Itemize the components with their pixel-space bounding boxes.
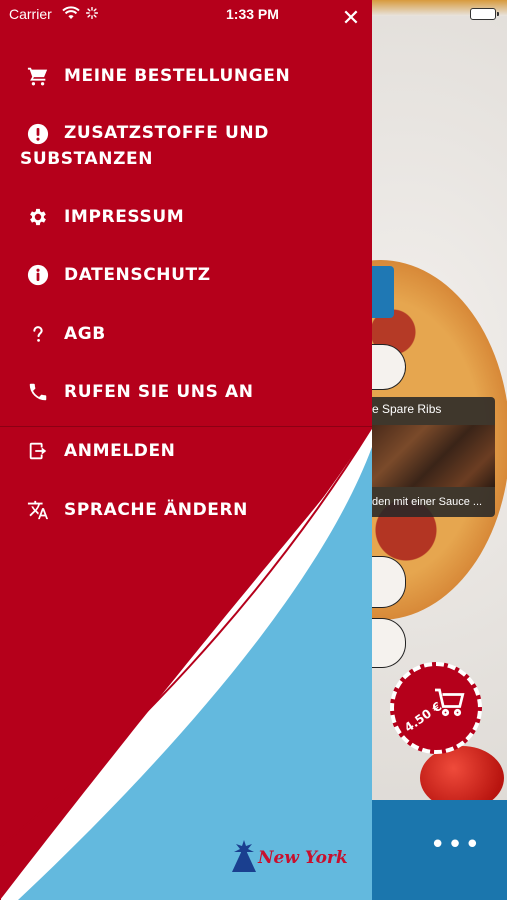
activity-spinner-icon: [86, 7, 98, 19]
drawer-divider: [0, 426, 372, 427]
menu-item-orders[interactable]: MEINE BESTELLUNGEN: [0, 62, 372, 90]
menu-item-language[interactable]: SPRACHE ÄNDERN: [0, 496, 372, 524]
status-time: 1:33 PM: [226, 6, 279, 22]
menu-item-call[interactable]: RUFEN SIE UNS AN: [0, 378, 372, 406]
category-tab[interactable]: [372, 266, 394, 318]
menu-item-label: AGB: [64, 324, 106, 344]
product-title: e Spare Ribs: [372, 402, 442, 416]
product-card[interactable]: e Spare Ribs den mit einer Sauce ...: [372, 397, 495, 517]
status-bar: Carrier 1:33 PM: [0, 0, 372, 28]
info-icon: [27, 264, 49, 286]
phone-icon: [29, 383, 47, 401]
menu-item-imprint[interactable]: IMPRESSUM: [0, 203, 372, 231]
wifi-icon: [62, 6, 80, 19]
menu-item-label: MEINE BESTELLUNGEN: [64, 66, 291, 86]
question-icon: [33, 326, 43, 342]
menu-item-additives[interactable]: ZUSATZSTOFFE UND SUBSTANZEN: [0, 120, 372, 176]
cart-icon: [27, 67, 48, 86]
close-button[interactable]: ✕: [338, 6, 364, 32]
menu-item-label: ANMELDEN: [64, 441, 176, 461]
side-drawer: MEINE BESTELLUNGEN ZUSATZSTOFFE UND SUBS…: [0, 0, 372, 900]
login-icon: [29, 442, 47, 460]
cart-button[interactable]: 4.50 €: [390, 662, 482, 754]
gear-icon: [30, 208, 46, 226]
menu-item-label: IMPRESSUM: [64, 207, 185, 227]
menu-item-terms[interactable]: AGB: [0, 320, 372, 348]
translate-icon: [27, 500, 49, 520]
battery-icon: [470, 8, 499, 20]
menu-item-label: DATENSCHUTZ: [64, 265, 211, 285]
product-image: [372, 425, 495, 487]
product-description: den mit einer Sauce ...: [372, 496, 483, 508]
option-pill[interactable]: [372, 618, 406, 668]
carrier-label: Carrier: [9, 6, 52, 22]
more-button[interactable]: •••: [430, 832, 482, 858]
menu-item-label: SPRACHE ÄNDERN: [64, 500, 249, 520]
menu-item-login[interactable]: ANMELDEN: [0, 437, 372, 465]
logo-text: New York: [257, 848, 348, 868]
menu-item-privacy[interactable]: DATENSCHUTZ: [0, 261, 372, 289]
new-york-logo: New York: [232, 840, 348, 872]
menu-item-label: RUFEN SIE UNS AN: [64, 382, 254, 402]
menu-item-label: ZUSATZSTOFFE UND SUBSTANZEN: [20, 123, 269, 169]
